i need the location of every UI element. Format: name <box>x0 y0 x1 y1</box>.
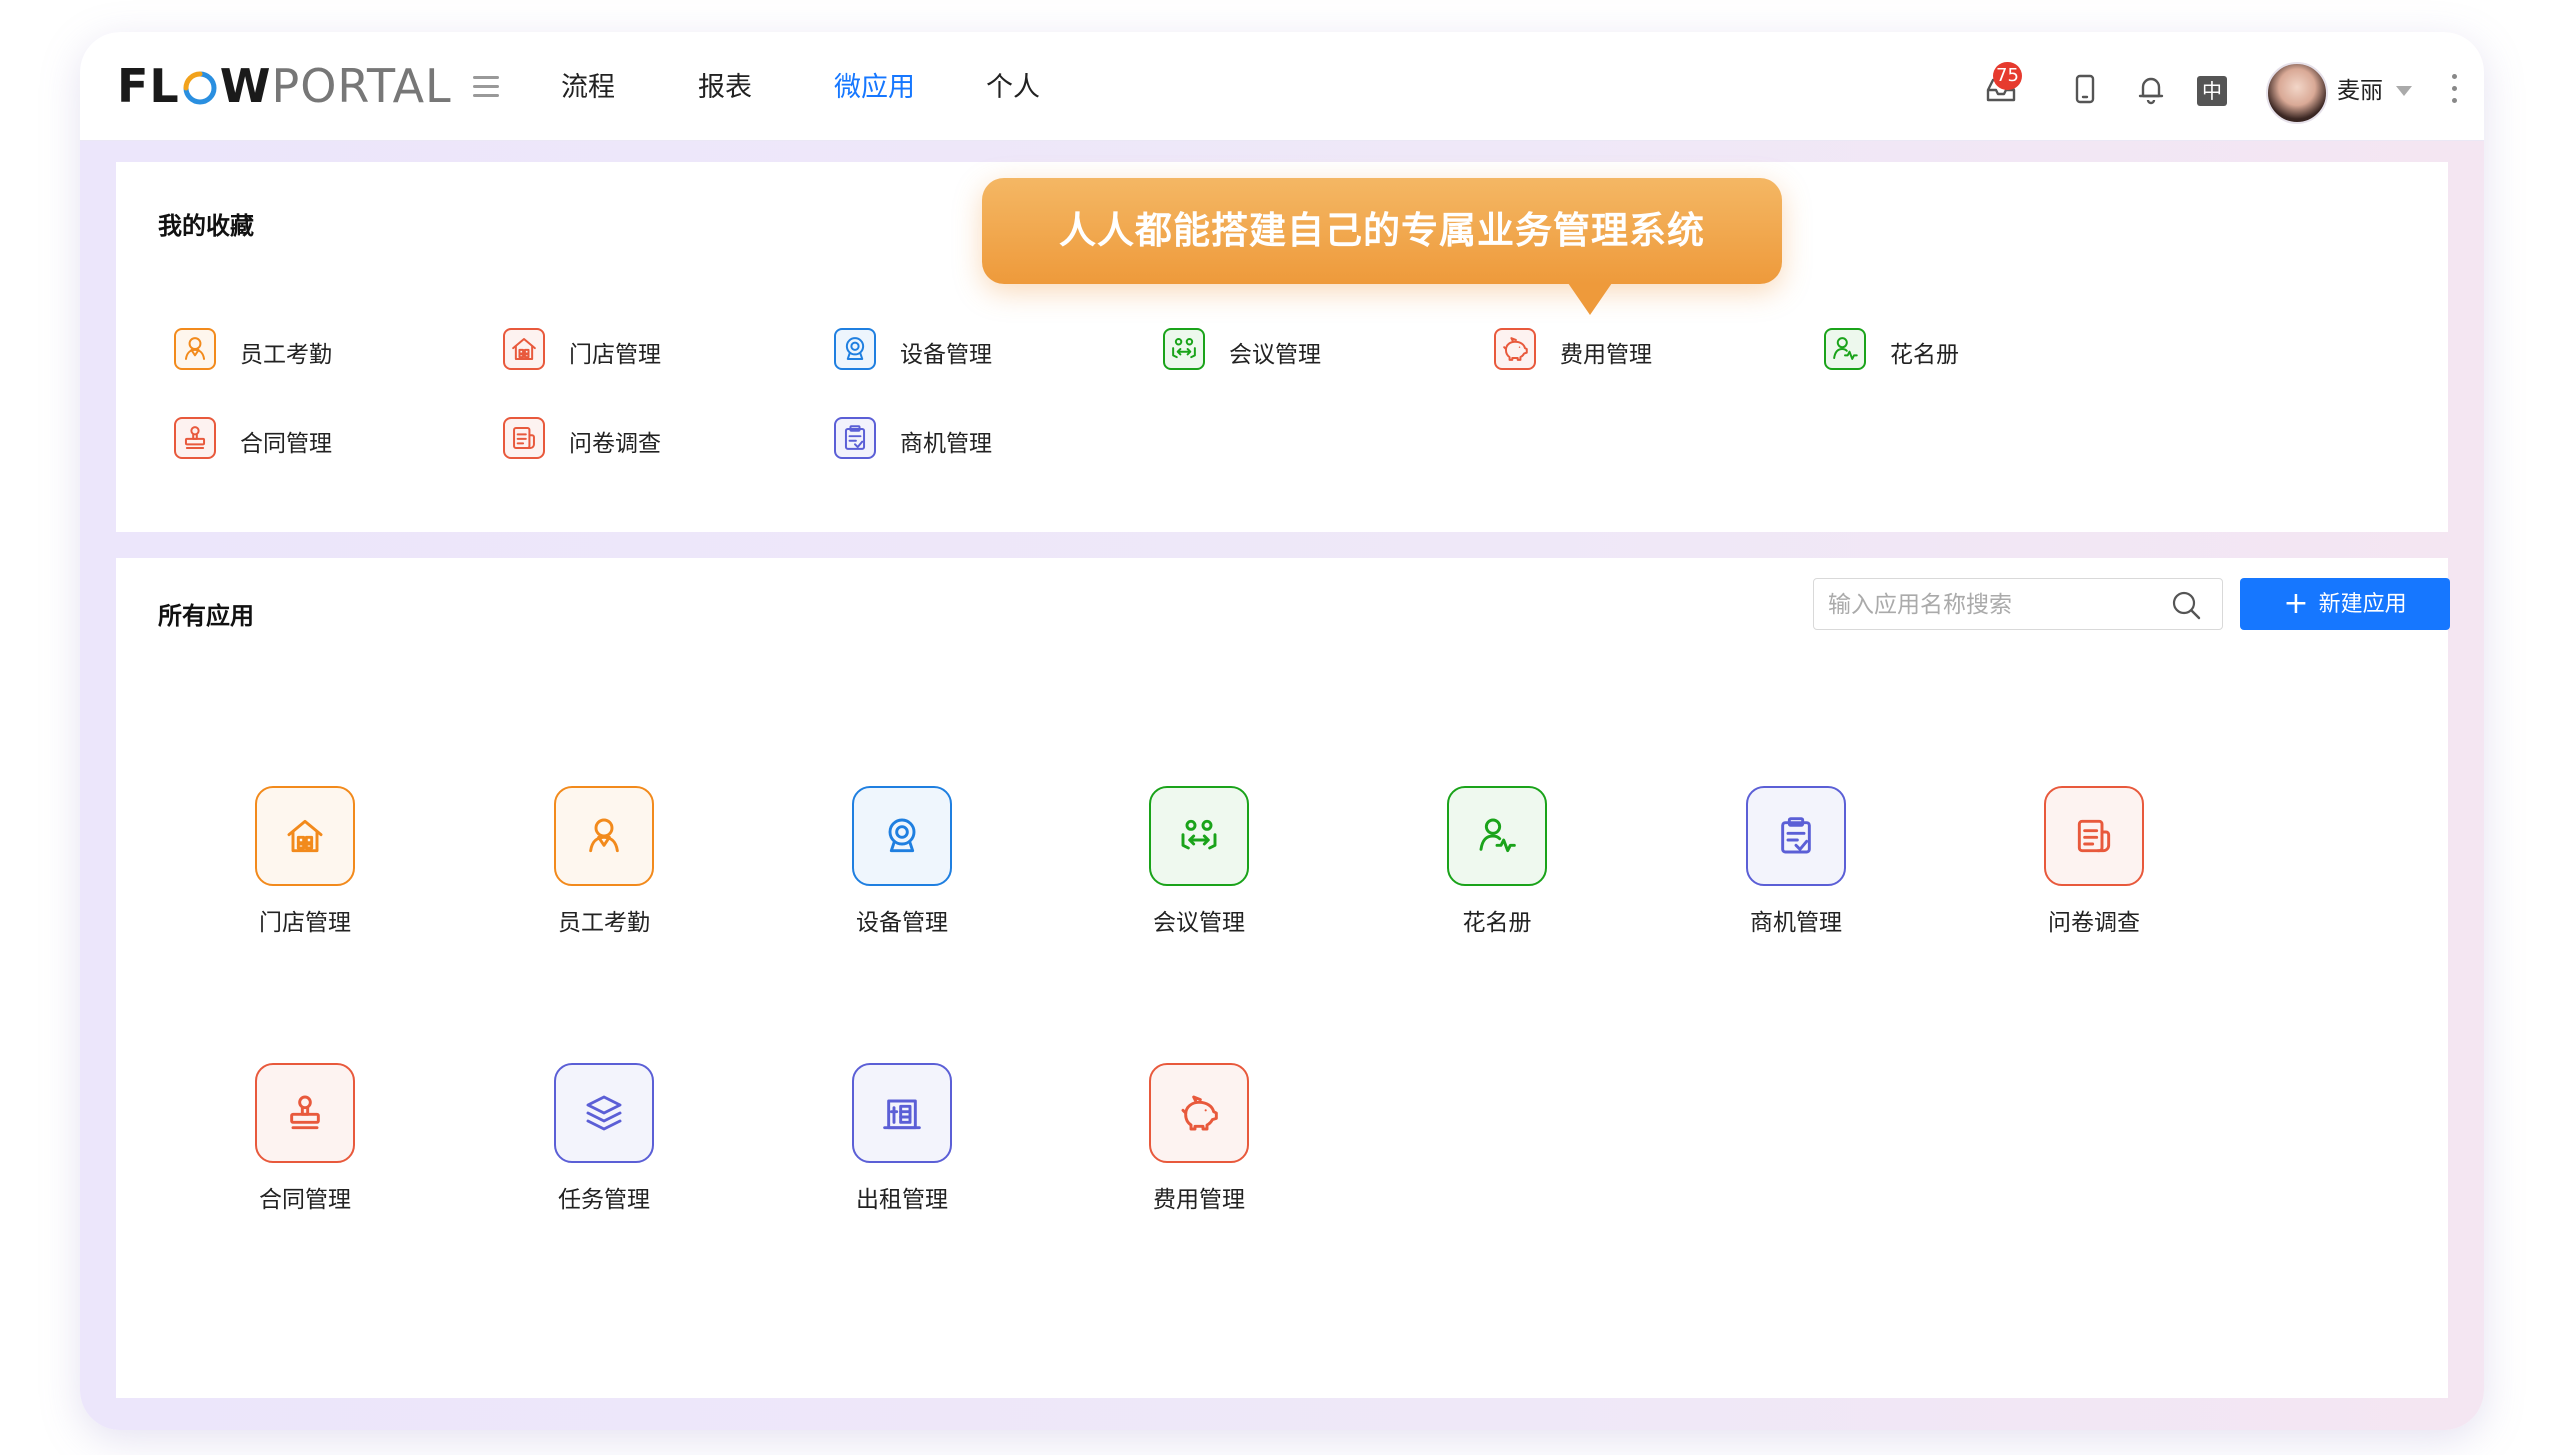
app-tile[interactable]: 费用管理 <box>1114 1063 1284 1223</box>
logo-text-portal: PORTAL <box>271 59 452 113</box>
favorite-item-label: 门店管理 <box>569 342 661 368</box>
clipboard-icon <box>834 417 876 459</box>
store-icon <box>255 786 355 886</box>
app-tile[interactable]: 花名册 <box>1412 786 1582 946</box>
favorite-item-label: 花名册 <box>1890 342 1959 368</box>
webcam-icon <box>852 786 952 886</box>
stamp-icon <box>255 1063 355 1163</box>
meeting-icon <box>1149 786 1249 886</box>
favorite-item-label: 会议管理 <box>1229 342 1321 368</box>
survey-icon <box>2044 786 2144 886</box>
app-tile[interactable]: 会议管理 <box>1114 786 1284 946</box>
app-tile-label: 设备管理 <box>856 910 948 936</box>
new-app-button-label: 新建应用 <box>2318 592 2407 617</box>
webcam-icon <box>834 328 876 370</box>
clipboard-icon <box>1746 786 1846 886</box>
app-tile-label: 花名册 <box>1462 910 1532 936</box>
survey-icon <box>503 417 545 459</box>
avatar[interactable] <box>2266 62 2328 124</box>
app-tile-label: 门店管理 <box>259 910 351 936</box>
app-tile-label: 商机管理 <box>1750 910 1842 936</box>
favorite-item-label: 问卷调查 <box>569 431 661 457</box>
language-icon[interactable]: 中 <box>2197 76 2227 106</box>
more-vertical-icon[interactable] <box>2452 74 2458 104</box>
app-search-box <box>1813 578 2223 631</box>
nav-item-reports[interactable]: 报表 <box>698 72 752 104</box>
favorite-item-label: 合同管理 <box>240 431 332 457</box>
logo-text-w: W <box>219 59 272 113</box>
app-tile[interactable]: 任务管理 <box>519 1063 689 1223</box>
all-apps-panel: 所有应用 + 新建应用 门店管理 员工考勤 设备管理 会议管理 花名册 商机管理 问卷调查合同… <box>116 558 2450 1398</box>
building-icon <box>852 1063 952 1163</box>
app-tile-label: 费用管理 <box>1153 1187 1245 1213</box>
meeting-icon <box>1163 328 1205 370</box>
app-tile-label: 出租管理 <box>856 1187 948 1213</box>
favorite-item-label: 商机管理 <box>900 431 992 457</box>
chevron-down-icon[interactable] <box>2396 86 2412 96</box>
person-icon <box>554 786 654 886</box>
app-tile-label: 任务管理 <box>558 1187 650 1213</box>
promo-tooltip: 人人都能搭建自己的专属业务管理系统 <box>982 178 1782 284</box>
app-tile[interactable]: 商机管理 <box>1711 786 1881 946</box>
app-tile[interactable]: 员工考勤 <box>519 786 689 946</box>
flowportal-logo[interactable]: FL WPORTAL <box>117 62 452 110</box>
layers-icon <box>554 1063 654 1163</box>
nav-item-personal[interactable]: 个人 <box>986 72 1040 104</box>
bell-icon[interactable] <box>2134 72 2168 106</box>
inbox-badge: 75 <box>1993 62 2022 90</box>
app-tile[interactable]: 合同管理 <box>220 1063 390 1223</box>
top-bar: FL WPORTAL 流程 报表 微应用 个人 75 中 麦丽 <box>80 32 2484 141</box>
app-tile-label: 合同管理 <box>259 1187 351 1213</box>
piggy-bank-icon <box>1494 328 1536 370</box>
app-tile[interactable]: 设备管理 <box>817 786 987 946</box>
app-tile-label: 员工考勤 <box>558 910 650 936</box>
new-app-button[interactable]: + 新建应用 <box>2240 578 2450 630</box>
hamburger-menu-icon[interactable] <box>473 76 499 98</box>
favorite-item-label: 员工考勤 <box>240 342 332 368</box>
flow-o-logo-icon <box>180 68 220 108</box>
mobile-icon[interactable] <box>2068 72 2102 106</box>
promo-tooltip-arrow <box>1568 283 1612 315</box>
app-tile-label: 会议管理 <box>1153 910 1245 936</box>
logo-text-fl: FL <box>117 59 180 113</box>
favorite-item-label: 设备管理 <box>900 342 992 368</box>
app-search-input[interactable] <box>1826 579 2160 631</box>
search-icon[interactable] <box>2170 589 2202 621</box>
nav-item-process[interactable]: 流程 <box>561 72 615 104</box>
favorite-item-label: 费用管理 <box>1560 342 1652 368</box>
user-name[interactable]: 麦丽 <box>2337 76 2383 106</box>
app-tile[interactable]: 问卷调查 <box>2009 786 2179 946</box>
favorites-title: 我的收藏 <box>158 212 254 240</box>
app-tile[interactable]: 门店管理 <box>220 786 390 946</box>
nav-item-micro-apps[interactable]: 微应用 <box>834 72 915 104</box>
piggy-bank-icon <box>1149 1063 1249 1163</box>
roster-icon <box>1824 328 1866 370</box>
app-tile[interactable]: 出租管理 <box>817 1063 987 1223</box>
store-icon <box>503 328 545 370</box>
person-icon <box>174 328 216 370</box>
roster-icon <box>1447 786 1547 886</box>
stamp-icon <box>174 417 216 459</box>
plus-icon: + <box>2283 586 2309 621</box>
app-tile-label: 问卷调查 <box>2048 910 2140 936</box>
all-apps-title: 所有应用 <box>158 602 254 630</box>
